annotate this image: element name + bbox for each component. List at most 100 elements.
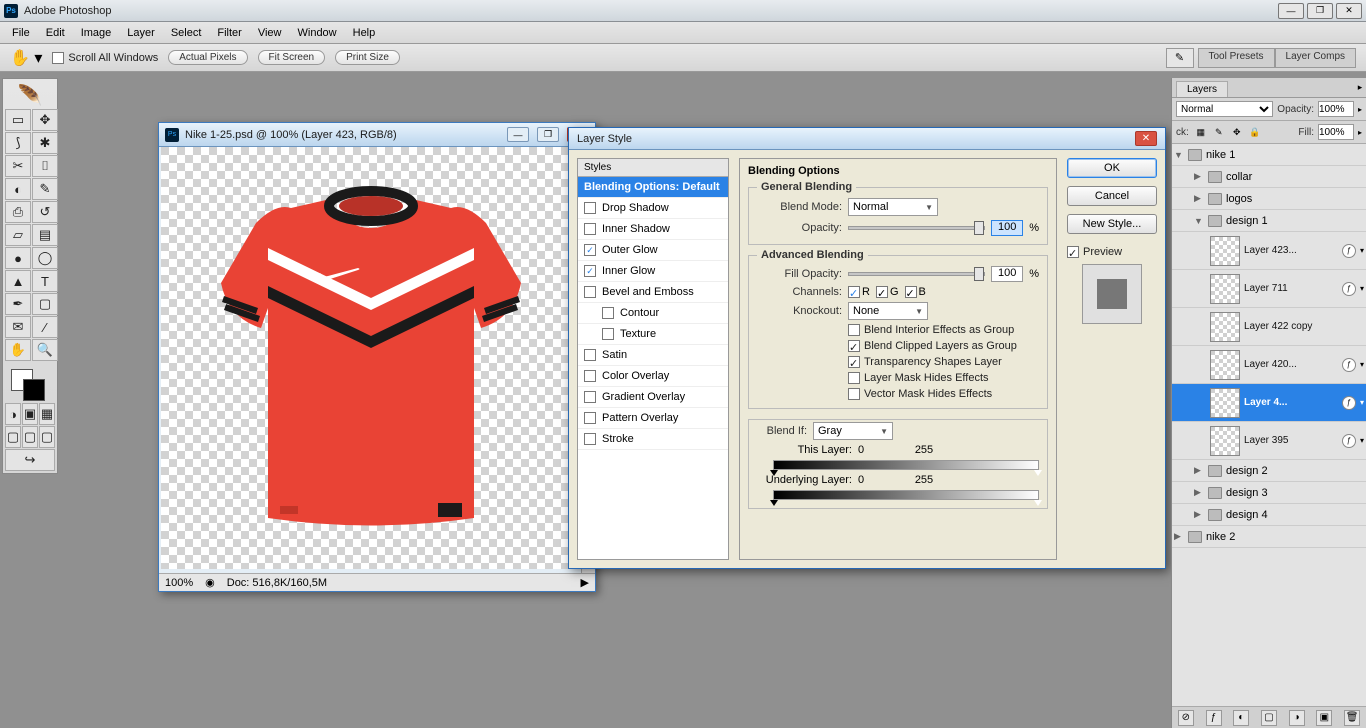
- layer-item[interactable]: Layer 420...ƒ▾: [1172, 346, 1366, 384]
- style-option-outer-glow[interactable]: ✓Outer Glow: [578, 240, 728, 261]
- slice-tool[interactable]: ⌷: [32, 155, 58, 177]
- new-style-button[interactable]: New Style...: [1067, 214, 1157, 234]
- vector-mask-hides-checkbox[interactable]: Vector Mask Hides Effects: [848, 388, 992, 400]
- screen-mode-max[interactable]: ▦: [39, 403, 55, 425]
- layer-item[interactable]: Layer 395ƒ▾: [1172, 422, 1366, 460]
- underlying-layer-gradient[interactable]: [773, 490, 1039, 500]
- document-titlebar[interactable]: Ps Nike 1-25.psd @ 100% (Layer 423, RGB/…: [159, 123, 595, 147]
- notes-tool[interactable]: ✉: [5, 316, 31, 338]
- layer-group[interactable]: ▶collar: [1172, 166, 1366, 188]
- actual-pixels-button[interactable]: Actual Pixels: [168, 50, 247, 65]
- layer-blend-mode-dropdown[interactable]: Normal: [1176, 101, 1273, 117]
- layer-group[interactable]: ▶logos: [1172, 188, 1366, 210]
- hand-tool[interactable]: ✋: [5, 339, 31, 361]
- gradient-tool[interactable]: ▤: [32, 224, 58, 246]
- status-arrow-icon[interactable]: ▶: [581, 576, 589, 589]
- fit-screen-button[interactable]: Fit Screen: [258, 50, 326, 65]
- healing-brush-tool[interactable]: ◐: [5, 178, 31, 200]
- layer-mask-icon[interactable]: ◐: [1233, 710, 1249, 726]
- layer-mask-hides-checkbox[interactable]: Layer Mask Hides Effects: [848, 372, 989, 384]
- style-option-inner-shadow[interactable]: Inner Shadow: [578, 219, 728, 240]
- zoom-tool[interactable]: 🔍: [32, 339, 58, 361]
- adjustment-icon[interactable]: ◑: [1289, 710, 1305, 726]
- fx-icon[interactable]: ƒ: [1342, 244, 1356, 258]
- menu-layer[interactable]: Layer: [119, 27, 163, 39]
- layer-item[interactable]: Layer 711ƒ▾: [1172, 270, 1366, 308]
- fx-icon[interactable]: ƒ: [1342, 282, 1356, 296]
- this-layer-gradient[interactable]: [773, 460, 1039, 470]
- lock-transparency-icon[interactable]: ▦: [1195, 126, 1207, 138]
- blur-tool[interactable]: ●: [5, 247, 31, 269]
- menu-view[interactable]: View: [250, 27, 290, 39]
- dialog-titlebar[interactable]: Layer Style ✕: [569, 128, 1165, 150]
- background-swatch[interactable]: [23, 379, 45, 401]
- layer-group[interactable]: ▶design 2: [1172, 460, 1366, 482]
- screen-mode-std[interactable]: ▣: [22, 403, 38, 425]
- menu-window[interactable]: Window: [290, 27, 345, 39]
- fx-icon[interactable]: ƒ: [1342, 434, 1356, 448]
- menu-edit[interactable]: Edit: [38, 27, 73, 39]
- maximize-button[interactable]: ❐: [1307, 3, 1333, 19]
- layer-group[interactable]: ▶nike 2: [1172, 526, 1366, 548]
- screen-mode-1[interactable]: ▢: [5, 426, 21, 448]
- tool-presets-tab[interactable]: Tool Presets: [1198, 48, 1275, 68]
- styles-header[interactable]: Styles: [578, 159, 728, 177]
- new-layer-icon[interactable]: ▣: [1316, 710, 1332, 726]
- lock-position-icon[interactable]: ✥: [1231, 126, 1243, 138]
- panel-menu-icon[interactable]: ▸: [1354, 82, 1366, 94]
- style-option-color-overlay[interactable]: Color Overlay: [578, 366, 728, 387]
- opacity-field[interactable]: 100: [991, 220, 1023, 236]
- link-layers-icon[interactable]: ⊘: [1178, 710, 1194, 726]
- layer-group[interactable]: ▶design 4: [1172, 504, 1366, 526]
- style-option-texture[interactable]: Texture: [578, 324, 728, 345]
- layer-group[interactable]: ▼design 1: [1172, 210, 1366, 232]
- screen-mode-3[interactable]: ▢: [39, 426, 55, 448]
- zoom-level[interactable]: 100%: [165, 577, 193, 589]
- layer-item[interactable]: ➡Layer 4...ƒ▾: [1172, 384, 1366, 422]
- type-tool[interactable]: T: [32, 270, 58, 292]
- opacity-slider[interactable]: [848, 226, 985, 230]
- style-option-drop-shadow[interactable]: Drop Shadow: [578, 198, 728, 219]
- layer-opacity-field[interactable]: [1318, 101, 1354, 117]
- new-group-icon[interactable]: ▢: [1261, 710, 1277, 726]
- history-brush-tool[interactable]: ↺: [32, 201, 58, 223]
- preview-checkbox[interactable]: ✓Preview: [1067, 246, 1122, 258]
- shape-tool[interactable]: ▢: [32, 293, 58, 315]
- menu-select[interactable]: Select: [163, 27, 210, 39]
- style-option-bevel-and-emboss[interactable]: Bevel and Emboss: [578, 282, 728, 303]
- layer-fill-field[interactable]: [1318, 124, 1354, 140]
- layer-list[interactable]: ▼nike 1▶collar▶logos▼design 1Layer 423..…: [1172, 144, 1366, 706]
- channel-r-checkbox[interactable]: ✓R: [848, 286, 870, 298]
- layers-tab[interactable]: Layers: [1176, 81, 1228, 97]
- style-option-gradient-overlay[interactable]: Gradient Overlay: [578, 387, 728, 408]
- fill-opacity-field[interactable]: 100: [991, 266, 1023, 282]
- jump-to-imageready[interactable]: ↪: [5, 449, 55, 471]
- style-option-stroke[interactable]: Stroke: [578, 429, 728, 450]
- layer-comps-tab[interactable]: Layer Comps: [1275, 48, 1356, 68]
- brush-preset-icon[interactable]: ✎: [1166, 48, 1194, 68]
- doc-maximize-button[interactable]: ❐: [537, 127, 559, 142]
- color-swatches[interactable]: [5, 365, 55, 401]
- print-size-button[interactable]: Print Size: [335, 50, 400, 65]
- knockout-dropdown[interactable]: None▼: [848, 302, 928, 320]
- eraser-tool[interactable]: ▱: [5, 224, 31, 246]
- layer-group[interactable]: ▶design 3: [1172, 482, 1366, 504]
- transparency-shapes-checkbox[interactable]: ✓Transparency Shapes Layer: [848, 356, 1002, 368]
- style-option-contour[interactable]: Contour: [578, 303, 728, 324]
- scroll-all-windows-checkbox[interactable]: Scroll All Windows: [52, 52, 158, 64]
- brush-tool[interactable]: ✎: [32, 178, 58, 200]
- blend-clipped-checkbox[interactable]: ✓Blend Clipped Layers as Group: [848, 340, 1017, 352]
- quick-mask-toggle[interactable]: ◑: [5, 403, 21, 425]
- style-option-inner-glow[interactable]: ✓Inner Glow: [578, 261, 728, 282]
- marquee-tool[interactable]: ▭: [5, 109, 31, 131]
- crop-tool[interactable]: ✂: [5, 155, 31, 177]
- fx-icon[interactable]: ƒ: [1342, 358, 1356, 372]
- canvas[interactable]: [161, 147, 581, 569]
- lock-all-icon[interactable]: 🔒: [1249, 126, 1261, 138]
- dialog-close-button[interactable]: ✕: [1135, 131, 1157, 146]
- lasso-tool[interactable]: ⟆: [5, 132, 31, 154]
- blend-interior-checkbox[interactable]: Blend Interior Effects as Group: [848, 324, 1014, 336]
- eyedropper-tool[interactable]: ⁄: [32, 316, 58, 338]
- menu-help[interactable]: Help: [345, 27, 384, 39]
- lock-paint-icon[interactable]: ✎: [1213, 126, 1225, 138]
